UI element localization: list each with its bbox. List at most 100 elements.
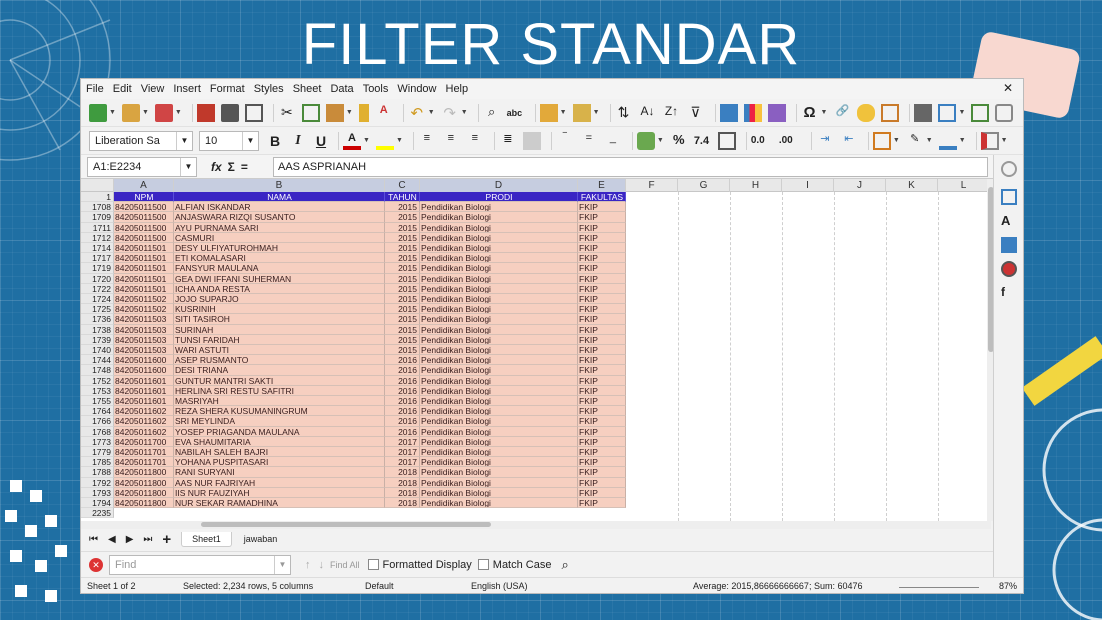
- borders-icon[interactable]: [872, 131, 891, 150]
- table-cell[interactable]: ICHA ANDA RESTA: [174, 283, 385, 294]
- styles-icon[interactable]: A: [1001, 213, 1017, 229]
- table-cell[interactable]: FKIP: [578, 396, 626, 407]
- comment-icon[interactable]: [857, 103, 876, 122]
- table-cell[interactable]: Pendidikan Biologi: [420, 324, 578, 335]
- table-cell[interactable]: PRODI: [420, 192, 578, 203]
- table-cell[interactable]: 2015: [385, 212, 420, 223]
- currency-icon[interactable]: [636, 131, 655, 150]
- table-cell[interactable]: 84205011501: [114, 243, 174, 254]
- table-cell[interactable]: TAHUN: [385, 192, 420, 203]
- table-cell[interactable]: 2017: [385, 447, 420, 458]
- previous-sheet-icon[interactable]: ◀: [108, 534, 116, 545]
- border-style-icon[interactable]: ✎: [906, 132, 924, 150]
- row-icon[interactable]: [539, 103, 558, 122]
- spelling-icon[interactable]: abc: [507, 104, 525, 122]
- table-cell[interactable]: 84205011500: [114, 202, 174, 213]
- table-cell[interactable]: 84205011503: [114, 334, 174, 345]
- formula-equals-icon[interactable]: =: [241, 160, 248, 174]
- decrease-indent-icon[interactable]: ⇤: [840, 132, 858, 150]
- align-right-icon[interactable]: ≡: [466, 132, 484, 150]
- table-cell[interactable]: 2015: [385, 253, 420, 264]
- table-cell[interactable]: 2016: [385, 385, 420, 396]
- table-cell[interactable]: FKIP: [578, 477, 626, 488]
- table-cell[interactable]: Pendidikan Biologi: [420, 406, 578, 417]
- table-cell[interactable]: ASEP RUSMANTO: [174, 355, 385, 366]
- table-cell[interactable]: SRI MEYLINDA: [174, 416, 385, 427]
- table-cell[interactable]: NUR SEKAR RAMADHINA: [174, 498, 385, 509]
- table-cell[interactable]: FKIP: [578, 385, 626, 396]
- table-cell[interactable]: 2015: [385, 202, 420, 213]
- find-next-icon[interactable]: ↓: [319, 559, 325, 571]
- row-number[interactable]: 1794: [81, 498, 114, 509]
- table-cell[interactable]: Pendidikan Biologi: [420, 243, 578, 254]
- highlight-color-icon[interactable]: [375, 132, 394, 150]
- new-document-icon[interactable]: [89, 103, 107, 122]
- table-cell[interactable]: Pendidikan Biologi: [420, 334, 578, 345]
- row-number[interactable]: 1722: [81, 283, 114, 294]
- table-cell[interactable]: Pendidikan Biologi: [420, 375, 578, 386]
- table-cell[interactable]: MASRIYAH: [174, 396, 385, 407]
- row-number[interactable]: 1740: [81, 345, 114, 356]
- table-cell[interactable]: 84205011701: [114, 447, 174, 458]
- table-cell[interactable]: Pendidikan Biologi: [420, 396, 578, 407]
- define-print-area-icon[interactable]: [914, 103, 933, 122]
- table-cell[interactable]: 84205011501: [114, 273, 174, 284]
- row-number[interactable]: 1738: [81, 324, 114, 335]
- tab-sheet1[interactable]: Sheet1: [181, 531, 232, 547]
- table-cell[interactable]: GEA DWI IFFANI SUHERMAN: [174, 273, 385, 284]
- table-cell[interactable]: FKIP: [578, 314, 626, 325]
- freeze-rows-columns-icon[interactable]: [938, 103, 957, 122]
- table-cell[interactable]: FKIP: [578, 487, 626, 498]
- table-cell[interactable]: 2016: [385, 396, 420, 407]
- table-cell[interactable]: Pendidikan Biologi: [420, 314, 578, 325]
- table-cell[interactable]: 2015: [385, 283, 420, 294]
- horizontal-scrollbar[interactable]: [81, 521, 991, 529]
- font-name-box[interactable]: Liberation Sa ▼: [89, 130, 193, 151]
- column-header-l[interactable]: L: [938, 179, 987, 192]
- clone-formatting-icon[interactable]: [358, 103, 369, 122]
- table-cell[interactable]: Pendidikan Biologi: [420, 498, 578, 509]
- sum-icon[interactable]: Σ: [228, 160, 235, 174]
- table-cell[interactable]: 2015: [385, 243, 420, 254]
- table-cell[interactable]: EVA SHAUMITARIA: [174, 436, 385, 447]
- copy-icon[interactable]: [301, 103, 320, 122]
- table-cell[interactable]: 84205011602: [114, 426, 174, 437]
- font-size-box[interactable]: 10 ▼: [199, 130, 259, 151]
- properties-icon[interactable]: [1001, 189, 1017, 205]
- split-window-icon[interactable]: [971, 103, 990, 122]
- table-cell[interactable]: Pendidikan Biologi: [420, 253, 578, 264]
- table-cell[interactable]: FKIP: [578, 355, 626, 366]
- row-number[interactable]: 1709: [81, 212, 114, 223]
- row-number[interactable]: 1: [81, 192, 114, 203]
- table-cell[interactable]: Pendidikan Biologi: [420, 487, 578, 498]
- find-all-button[interactable]: Find All: [330, 560, 360, 570]
- table-cell[interactable]: 84205011503: [114, 324, 174, 335]
- scroll-thumb[interactable]: [201, 522, 491, 527]
- table-cell[interactable]: FKIP: [578, 212, 626, 223]
- formatted-display-checkbox[interactable]: [367, 559, 379, 570]
- table-cell[interactable]: Pendidikan Biologi: [420, 222, 578, 233]
- table-cell[interactable]: 2017: [385, 436, 420, 447]
- table-cell[interactable]: 84205011600: [114, 355, 174, 366]
- delete-decimal-icon[interactable]: .00: [779, 132, 801, 150]
- bold-button[interactable]: B: [265, 133, 285, 149]
- table-cell[interactable]: YOHANA PUSPITASARI: [174, 457, 385, 468]
- table-cell[interactable]: REZA SHERA KUSUMANINGRUM: [174, 406, 385, 417]
- row-number[interactable]: 1755: [81, 396, 114, 407]
- table-cell[interactable]: 84205011502: [114, 304, 174, 315]
- autofilter-icon[interactable]: ⊽: [687, 104, 705, 122]
- table-cell[interactable]: ANJASWARA RIZQI SUSANTO: [174, 212, 385, 223]
- table-cell[interactable]: FKIP: [578, 436, 626, 447]
- chevron-down-icon[interactable]: ▼: [176, 131, 192, 150]
- menu-edit[interactable]: Edit: [113, 83, 132, 95]
- table-cell[interactable]: Pendidikan Biologi: [420, 477, 578, 488]
- row-number[interactable]: 1748: [81, 365, 114, 376]
- table-cell[interactable]: 2016: [385, 355, 420, 366]
- navigator-icon[interactable]: [1001, 261, 1017, 277]
- increase-indent-icon[interactable]: ⇥: [816, 132, 834, 150]
- table-cell[interactable]: FKIP: [578, 222, 626, 233]
- table-cell[interactable]: 84205011503: [114, 345, 174, 356]
- menu-window[interactable]: Window: [397, 83, 436, 95]
- table-cell[interactable]: 2018: [385, 477, 420, 488]
- table-cell[interactable]: 84205011501: [114, 263, 174, 274]
